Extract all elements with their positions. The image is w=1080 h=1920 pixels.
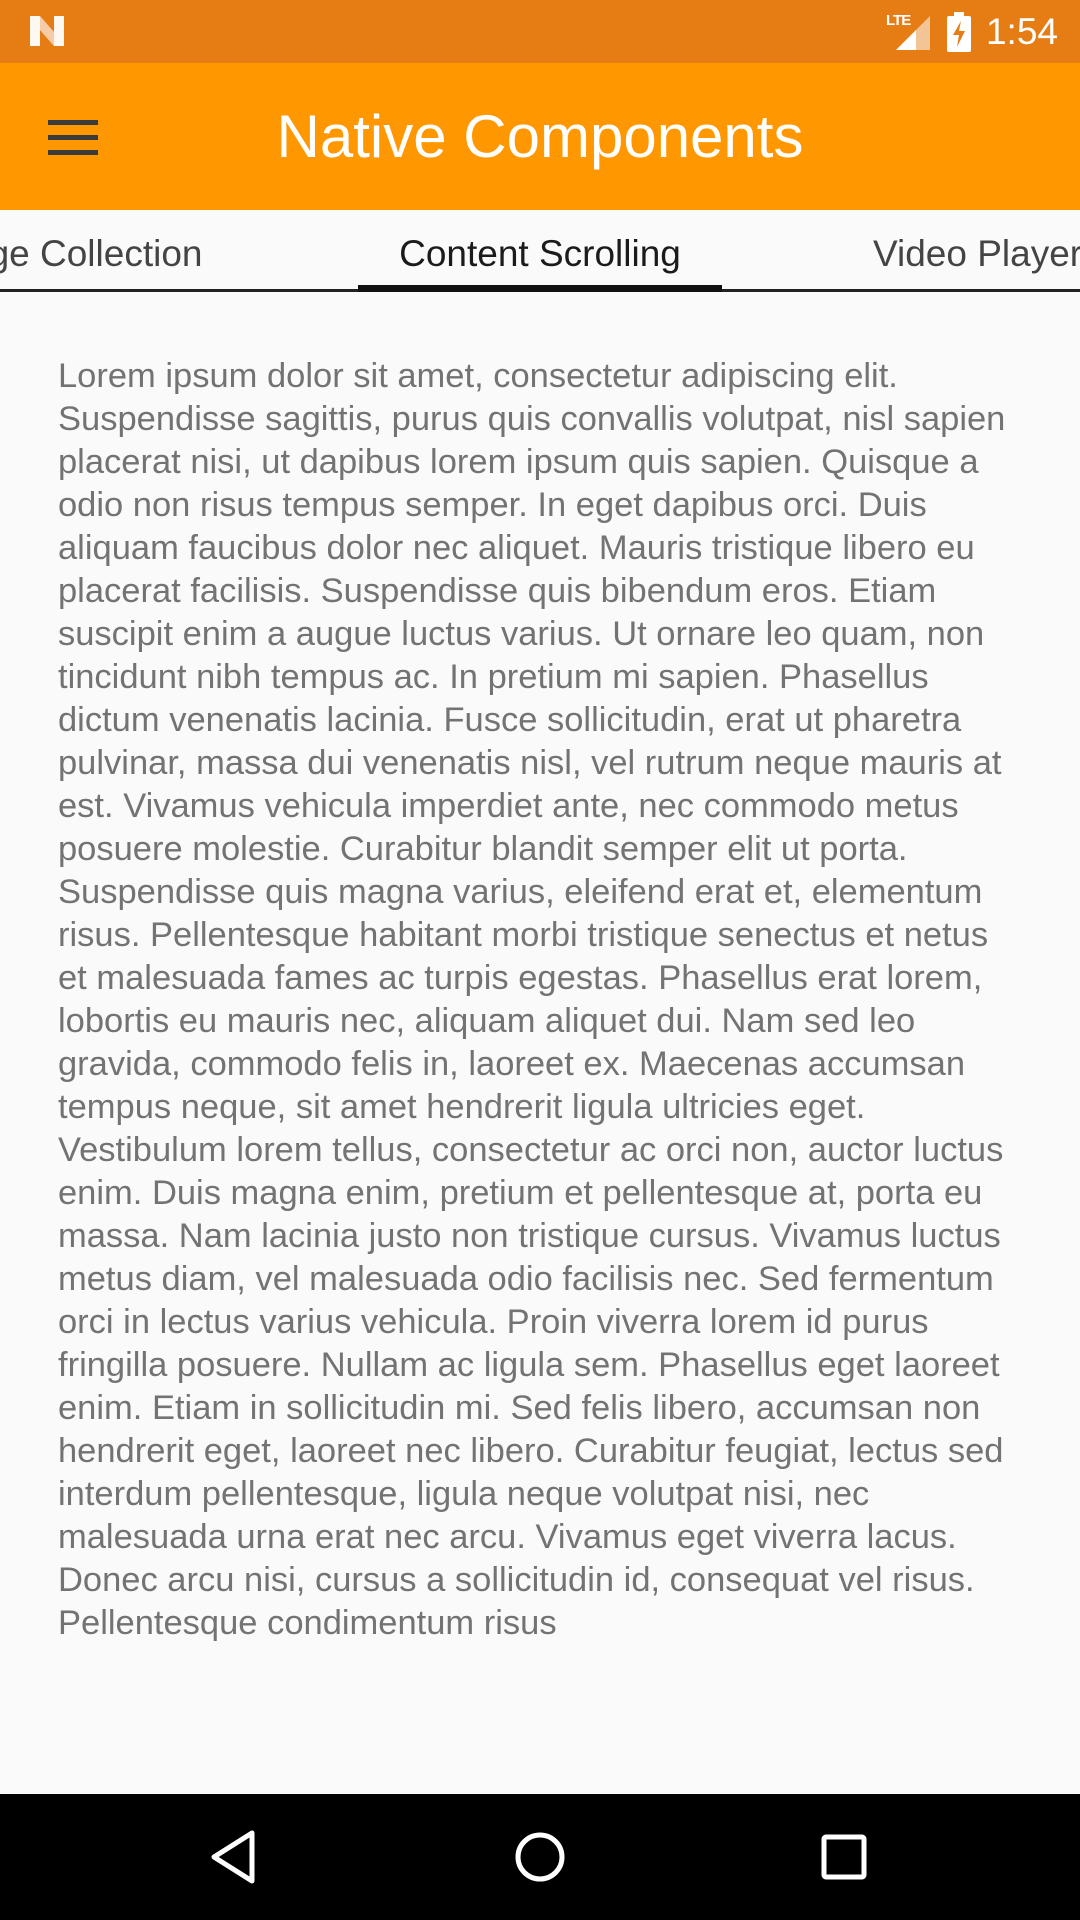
- battery-charging-icon: [946, 11, 971, 52]
- app-bar: Native Components: [0, 63, 1080, 210]
- notification-n-icon: [30, 16, 64, 46]
- app-title: Native Components: [276, 103, 804, 170]
- system-nav-bar: [0, 1794, 1080, 1920]
- tab-bar: age Collection Content Scrolling Video P…: [0, 210, 1080, 292]
- hamburger-menu-icon[interactable]: [38, 111, 108, 163]
- lte-signal-icon: LTE: [886, 12, 932, 52]
- tab-content-scrolling[interactable]: Content Scrolling: [358, 210, 722, 292]
- scroll-content-text[interactable]: Lorem ipsum dolor sit amet, consectetur …: [58, 355, 1018, 1645]
- status-bar: LTE 1:54: [0, 0, 1080, 63]
- tab-selected-indicator: [358, 285, 722, 292]
- tab-image-collection[interactable]: age Collection: [0, 210, 202, 292]
- back-icon[interactable]: [206, 1827, 266, 1887]
- status-time: 1:54: [985, 10, 1058, 52]
- recent-apps-icon[interactable]: [814, 1827, 874, 1887]
- home-icon[interactable]: [510, 1827, 570, 1887]
- status-icons: LTE 1:54: [886, 0, 1058, 63]
- tab-video-player[interactable]: Video Player: [873, 210, 1080, 292]
